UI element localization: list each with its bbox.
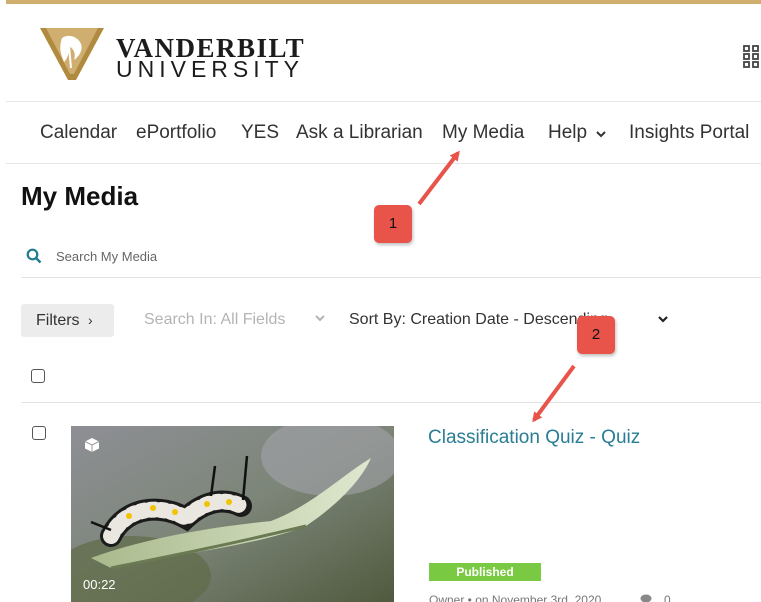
- filters-button[interactable]: Filters: [21, 304, 114, 337]
- help-chevron-down-icon[interactable]: [595, 129, 607, 139]
- nav-item-calendar[interactable]: Calendar: [40, 122, 117, 144]
- nav-item-help[interactable]: Help: [548, 122, 587, 144]
- nav-item-ask-a-librarian[interactable]: Ask a Librarian: [296, 122, 423, 144]
- select-all-checkbox[interactable]: [31, 369, 45, 383]
- entry-thumbnail-caterpillar-image[interactable]: [71, 426, 394, 602]
- header-divider: [6, 101, 761, 102]
- page-title: My Media: [21, 181, 139, 211]
- search-input[interactable]: Search My Media: [56, 249, 157, 264]
- brand-subtitle: UNIVERSITY: [116, 56, 305, 82]
- annotation-arrow-1: [417, 150, 460, 206]
- nav-item-my-media[interactable]: My Media: [442, 122, 524, 144]
- search-underline: [21, 277, 761, 278]
- search-in-dropdown[interactable]: Search In: All Fields: [144, 311, 285, 329]
- list-divider: [21, 402, 761, 403]
- entry-title-link[interactable]: Classification Quiz - Quiz: [428, 427, 640, 449]
- nav-item-insights-portal[interactable]: Insights Portal: [629, 122, 749, 144]
- sort-by-chevron-down-icon[interactable]: [657, 314, 669, 324]
- quiz-cube-icon: [84, 438, 100, 452]
- chevron-right-icon: ›: [88, 312, 93, 328]
- search-in-chevron-down-icon[interactable]: [314, 313, 326, 323]
- nav-item-yes[interactable]: YES: [241, 122, 279, 144]
- nav-divider: [6, 163, 761, 164]
- entry-select-checkbox[interactable]: [32, 426, 46, 440]
- filters-button-label: Filters: [36, 312, 80, 329]
- entry-meta: Owner • on November 3rd, 2020: [429, 593, 602, 602]
- header-accent-bar: [6, 0, 761, 4]
- status-badge: Published: [429, 563, 541, 581]
- annotation-callout-1: 1: [374, 205, 412, 243]
- comment-count: 0: [664, 593, 671, 602]
- apps-grid-icon[interactable]: [741, 43, 761, 71]
- entry-duration: 00:22: [83, 577, 116, 592]
- annotation-arrow-2: [532, 364, 576, 423]
- search-icon[interactable]: [26, 248, 42, 264]
- nav-item-eportfolio[interactable]: ePortfolio: [136, 122, 216, 144]
- sort-by-dropdown[interactable]: Sort By: Creation Date - Descending: [349, 311, 608, 329]
- vanderbilt-logo-icon[interactable]: [40, 26, 104, 82]
- comment-icon: [640, 594, 652, 602]
- annotation-callout-2: 2: [577, 316, 615, 354]
